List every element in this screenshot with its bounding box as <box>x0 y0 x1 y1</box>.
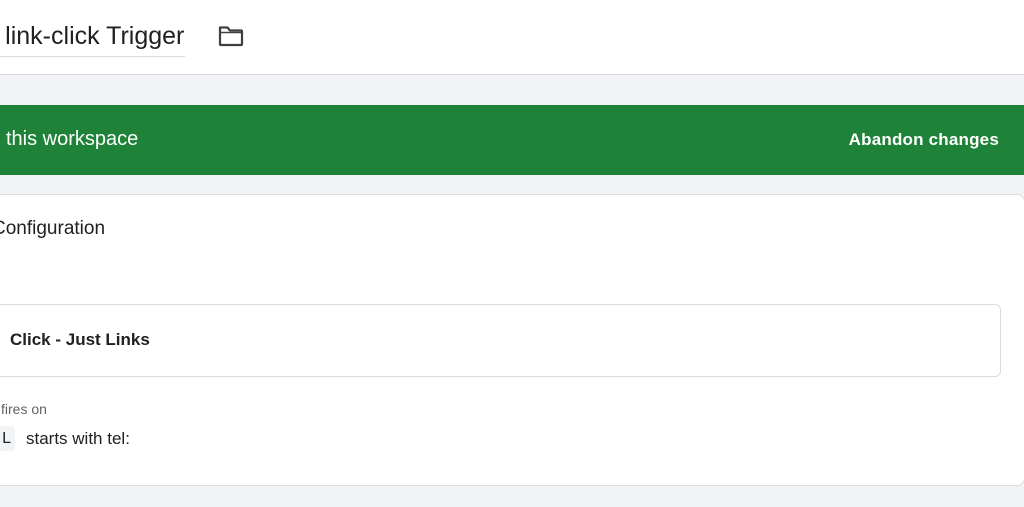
page: er link-click Trigger this workspace Aba… <box>0 0 1024 507</box>
trigger-name-field[interactable]: er link-click Trigger <box>0 18 186 57</box>
trigger-type-selector[interactable]: Click - Just Links <box>0 304 1001 377</box>
fires-on-label: fires on <box>1 401 47 417</box>
trigger-type-value: Click - Just Links <box>10 330 150 349</box>
trigger-configuration-card[interactable]: Configuration e Click - Just Links fires… <box>0 194 1024 486</box>
card-title: Configuration <box>0 218 106 239</box>
condition-variable-chip: L <box>0 426 15 451</box>
trigger-name: er link-click Trigger <box>0 22 185 50</box>
folder-icon[interactable] <box>217 23 245 49</box>
condition-text: starts with tel: <box>26 429 130 448</box>
workspace-banner: this workspace Abandon changes <box>0 105 1024 175</box>
banner-message: this workspace <box>6 128 139 150</box>
abandon-changes-button[interactable]: Abandon changes <box>849 105 999 175</box>
condition-variable: L <box>2 430 11 447</box>
header: er link-click Trigger <box>0 0 1024 75</box>
